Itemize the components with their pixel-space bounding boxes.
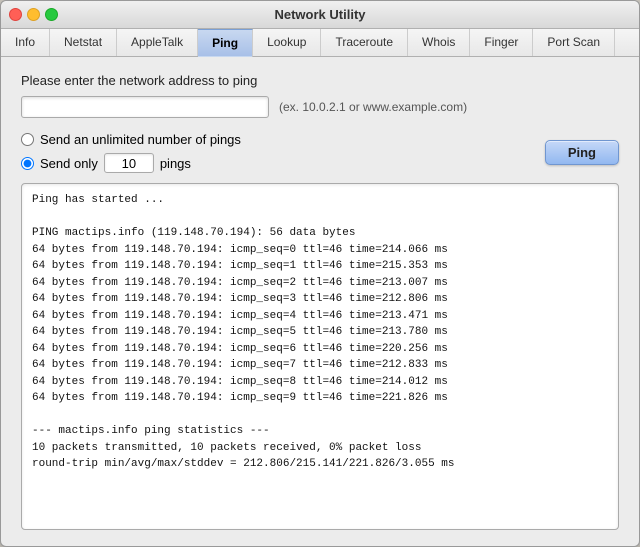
count-radio-row: Send only pings — [21, 153, 241, 173]
ping-panel: Please enter the network address to ping… — [1, 57, 639, 546]
address-row: (ex. 10.0.2.1 or www.example.com) — [21, 96, 619, 118]
tab-netstat[interactable]: Netstat — [50, 29, 117, 56]
address-label: Please enter the network address to ping — [21, 73, 619, 88]
tab-traceroute[interactable]: Traceroute — [321, 29, 408, 56]
unlimited-radio-row: Send an unlimited number of pings — [21, 132, 241, 147]
action-row: Ping — [545, 140, 619, 165]
window-title: Network Utility — [274, 7, 365, 22]
ping-count-input[interactable] — [104, 153, 154, 173]
traffic-lights — [9, 8, 58, 21]
ping-output: Ping has started ... PING mactips.info (… — [21, 183, 619, 530]
tab-finger[interactable]: Finger — [470, 29, 533, 56]
tab-portscan[interactable]: Port Scan — [533, 29, 615, 56]
ping-button[interactable]: Ping — [545, 140, 619, 165]
unlimited-radio[interactable] — [21, 133, 34, 146]
maximize-button[interactable] — [45, 8, 58, 21]
tab-info[interactable]: Info — [1, 29, 50, 56]
unlimited-label: Send an unlimited number of pings — [40, 132, 241, 147]
count-radio[interactable] — [21, 157, 34, 170]
address-hint: (ex. 10.0.2.1 or www.example.com) — [279, 100, 467, 114]
tab-ping[interactable]: Ping — [198, 29, 253, 57]
tab-whois[interactable]: Whois — [408, 29, 470, 56]
ping-options: Send an unlimited number of pings Send o… — [21, 132, 241, 173]
tab-lookup[interactable]: Lookup — [253, 29, 321, 56]
titlebar: Network Utility — [1, 1, 639, 29]
address-input[interactable] — [21, 96, 269, 118]
count-suffix-label: pings — [160, 156, 191, 171]
tab-appletalk[interactable]: AppleTalk — [117, 29, 198, 56]
tab-bar: Info Netstat AppleTalk Ping Lookup Trace… — [1, 29, 639, 57]
count-prefix-label: Send only — [40, 156, 98, 171]
close-button[interactable] — [9, 8, 22, 21]
minimize-button[interactable] — [27, 8, 40, 21]
main-window: Network Utility Info Netstat AppleTalk P… — [0, 0, 640, 547]
